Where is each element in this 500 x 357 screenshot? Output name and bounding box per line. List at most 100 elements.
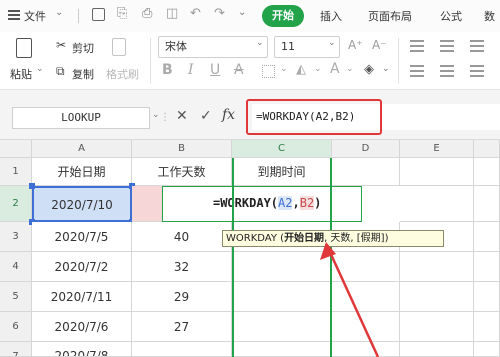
align-right-icon[interactable]	[470, 65, 484, 67]
drag-handle-icon[interactable]: ⋮	[160, 112, 170, 123]
row-header-2[interactable]: 2	[0, 186, 32, 222]
eraser-icon[interactable]: ◈	[364, 62, 374, 77]
bold-button[interactable]: B	[162, 62, 173, 78]
cell-e7[interactable]	[400, 342, 474, 357]
cell-b7[interactable]	[132, 342, 232, 357]
name-box-chevron-icon[interactable]: ⌄	[152, 110, 160, 120]
cell-b3[interactable]: 40	[132, 222, 232, 252]
chevron-down-icon[interactable]: ⌄	[55, 7, 63, 18]
cell-a1[interactable]: 开始日期	[32, 158, 132, 186]
font-size-up-button[interactable]: A⁺	[348, 38, 363, 52]
cancel-icon[interactable]: ✕	[176, 108, 188, 124]
cell-e5[interactable]	[400, 282, 474, 312]
file-menu[interactable]: 文件	[24, 8, 46, 24]
tab-insert[interactable]: 插入	[320, 8, 342, 24]
row-header-1[interactable]: 1	[0, 158, 32, 186]
print-icon[interactable]: ⎙	[142, 6, 152, 21]
chevron-down-icon[interactable]: ⌄	[346, 64, 354, 74]
chevron-down-icon[interactable]: ⌄	[36, 64, 44, 74]
align-bottom-icon[interactable]	[470, 40, 484, 42]
align-middle-icon[interactable]	[440, 40, 454, 42]
cell-f3[interactable]	[474, 222, 500, 252]
cell-e4[interactable]	[400, 252, 474, 282]
cell-c1[interactable]: 到期时间	[232, 158, 332, 186]
cell-f4[interactable]	[474, 252, 500, 282]
chevron-down-icon[interactable]: ⌄	[280, 64, 288, 74]
undo-icon[interactable]: ↶	[190, 6, 201, 21]
row-header-7[interactable]: 7	[0, 342, 32, 357]
cell-e2[interactable]	[400, 186, 474, 222]
cell-f6[interactable]	[474, 312, 500, 342]
copy-button[interactable]: 复制	[72, 66, 94, 82]
underline-button[interactable]: U	[210, 62, 220, 78]
chevron-down-icon[interactable]: ⌄	[256, 38, 264, 48]
chevron-down-icon[interactable]: ⌄	[238, 7, 246, 18]
insert-function-button[interactable]: fx	[222, 107, 235, 123]
border-icon[interactable]	[262, 65, 275, 78]
font-color-icon[interactable]: A	[330, 61, 340, 77]
cell-f5[interactable]	[474, 282, 500, 312]
format-painter-icon[interactable]	[112, 38, 126, 56]
cell-e1[interactable]	[400, 158, 474, 186]
hamburger-icon[interactable]	[8, 10, 20, 20]
preview-icon[interactable]: ◫	[166, 6, 178, 21]
align-left-icon[interactable]	[410, 65, 424, 67]
column-header-d[interactable]: D	[332, 140, 400, 158]
font-name-select[interactable]: 宋体	[158, 36, 268, 58]
column-header-c[interactable]: C	[232, 140, 332, 158]
row-header-5[interactable]: 5	[0, 282, 32, 312]
column-header-b[interactable]: B	[132, 140, 232, 158]
paste-button[interactable]: 粘贴	[10, 66, 32, 82]
cut-button[interactable]: 剪切	[72, 40, 94, 56]
cell-b1[interactable]: 工作天数	[132, 158, 232, 186]
cell-b6[interactable]: 27	[132, 312, 232, 342]
save-icon[interactable]	[92, 8, 105, 21]
chevron-down-icon[interactable]: ⌄	[382, 64, 390, 74]
tab-data[interactable]: 数	[484, 8, 495, 24]
row-header-3[interactable]: 3	[0, 222, 32, 252]
cell-f2[interactable]	[474, 186, 500, 222]
strikethrough-button[interactable]: A	[234, 62, 244, 78]
cell-a2-handle[interactable]	[29, 183, 35, 189]
copy-icon[interactable]: ⧉	[56, 64, 65, 79]
formula-ref-b2: B2	[299, 196, 315, 210]
enter-icon[interactable]: ✓	[200, 108, 212, 124]
cell-e6[interactable]	[400, 312, 474, 342]
align-top-icon[interactable]	[410, 40, 424, 42]
cell-d1[interactable]	[332, 158, 400, 186]
cell-f1[interactable]	[474, 158, 500, 186]
cell-a3[interactable]: 2020/7/5	[32, 222, 132, 252]
scissors-icon[interactable]: ✂	[56, 38, 66, 52]
row-header-4[interactable]: 4	[0, 252, 32, 282]
corner-select-all[interactable]	[0, 140, 32, 158]
cell-b5[interactable]: 29	[132, 282, 232, 312]
font-size-down-button[interactable]: A⁻	[372, 38, 387, 52]
column-header-a[interactable]: A	[32, 140, 132, 158]
cell-a7[interactable]: 2020/7/8	[32, 342, 132, 357]
tab-page-layout[interactable]: 页面布局	[368, 8, 412, 24]
cell-a4[interactable]: 2020/7/2	[32, 252, 132, 282]
align-center-icon[interactable]	[440, 65, 454, 67]
column-header-f[interactable]	[474, 140, 500, 158]
fill-color-icon[interactable]: ◭	[296, 62, 306, 77]
cell-c2-formula[interactable]: =WORKDAY(A2,B2)	[213, 196, 321, 210]
cell-a2[interactable]: 2020/7/10	[32, 186, 132, 222]
cell-b4[interactable]: 32	[132, 252, 232, 282]
tooltip-open: (	[276, 233, 285, 244]
chevron-down-icon[interactable]: ⌄	[328, 38, 336, 48]
cell-a5[interactable]: 2020/7/11	[32, 282, 132, 312]
chevron-down-icon[interactable]: ⌄	[314, 64, 322, 74]
redo-icon[interactable]: ↷	[214, 6, 225, 21]
column-header-e[interactable]: E	[400, 140, 474, 158]
paste-icon[interactable]	[16, 38, 32, 58]
format-painter-button[interactable]: 格式刷	[106, 66, 139, 82]
row-header-6[interactable]: 6	[0, 312, 32, 342]
formula-suffix: )	[314, 196, 322, 210]
name-box[interactable]: LOOKUP	[12, 107, 150, 129]
export-icon[interactable]: ⎘	[117, 6, 127, 21]
tab-formulas[interactable]: 公式	[440, 8, 462, 24]
tab-home[interactable]: 开始	[262, 5, 304, 27]
cell-a6[interactable]: 2020/7/6	[32, 312, 132, 342]
cell-f7[interactable]	[474, 342, 500, 357]
italic-button[interactable]: I	[188, 62, 194, 78]
